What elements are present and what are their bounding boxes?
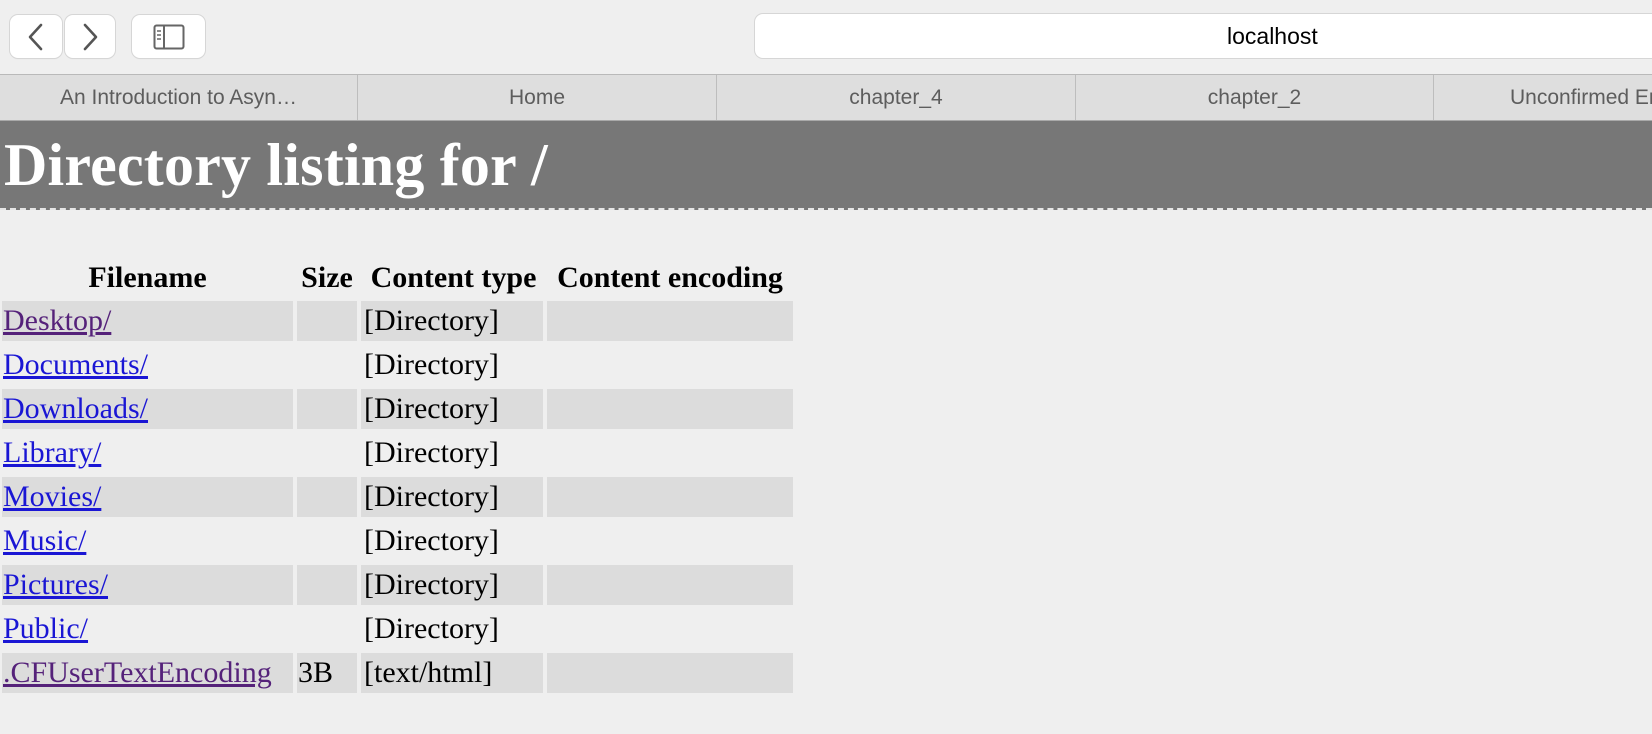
forward-button[interactable] bbox=[65, 15, 115, 58]
sidebar-icon bbox=[153, 24, 184, 49]
size-cell bbox=[297, 345, 357, 385]
content-type-cell: [Directory] bbox=[361, 345, 543, 385]
file-link[interactable]: Downloads/ bbox=[3, 392, 148, 425]
sidebar-toggle-button[interactable] bbox=[132, 15, 205, 58]
file-link[interactable]: Public/ bbox=[3, 612, 88, 645]
table-row: Movies/ [Directory] bbox=[2, 477, 793, 517]
content-type-cell: [Directory] bbox=[361, 609, 543, 649]
file-link[interactable]: Pictures/ bbox=[3, 568, 108, 601]
content-encoding-cell bbox=[547, 565, 793, 605]
filename-cell: Downloads/ bbox=[2, 389, 293, 429]
address-bar[interactable]: localhost bbox=[755, 14, 1652, 58]
content-type-cell: [Directory] bbox=[361, 521, 543, 561]
tab-chapter-4[interactable]: chapter_4 bbox=[717, 75, 1076, 120]
tab-home[interactable]: Home bbox=[358, 75, 717, 120]
table-row: Public/ [Directory] bbox=[2, 609, 793, 649]
content-encoding-cell bbox=[547, 521, 793, 561]
tab-bar: An Introduction to Asyn… Home chapter_4 … bbox=[0, 75, 1652, 121]
content-encoding-cell bbox=[547, 345, 793, 385]
content-encoding-cell bbox=[547, 653, 793, 693]
chevron-left-icon bbox=[28, 23, 43, 50]
table-header-row: Filename Size Content type Content encod… bbox=[2, 259, 793, 297]
size-cell bbox=[297, 609, 357, 649]
content-type-cell: [Directory] bbox=[361, 389, 543, 429]
content-encoding-cell bbox=[547, 477, 793, 517]
chevron-right-icon bbox=[83, 23, 98, 50]
table-row: Library/ [Directory] bbox=[2, 433, 793, 473]
column-header-content-encoding: Content encoding bbox=[557, 261, 783, 294]
filename-cell: Movies/ bbox=[2, 477, 293, 517]
page-header-banner: Directory listing for / bbox=[0, 121, 1652, 210]
filename-cell: Music/ bbox=[2, 521, 293, 561]
content-encoding-cell bbox=[547, 609, 793, 649]
file-link[interactable]: Music/ bbox=[3, 524, 86, 557]
content-type-cell: [Directory] bbox=[361, 565, 543, 605]
filename-cell: .CFUserTextEncoding bbox=[2, 653, 293, 693]
address-text: localhost bbox=[1227, 23, 1318, 49]
file-link[interactable]: .CFUserTextEncoding bbox=[3, 656, 272, 689]
tab-unconfirmed-errata[interactable]: Unconfirmed Erra bbox=[1434, 75, 1652, 120]
content-type-cell: [Directory] bbox=[361, 301, 543, 341]
size-cell: 3B bbox=[297, 653, 357, 693]
content-encoding-cell bbox=[547, 389, 793, 429]
content-encoding-cell bbox=[547, 433, 793, 473]
size-cell bbox=[297, 301, 357, 341]
column-header-size: Size bbox=[301, 261, 353, 294]
filename-cell: Public/ bbox=[2, 609, 293, 649]
size-cell bbox=[297, 433, 357, 473]
tab-chapter-2[interactable]: chapter_2 bbox=[1076, 75, 1434, 120]
file-link[interactable]: Library/ bbox=[3, 436, 101, 469]
page-title: Directory listing for / bbox=[4, 132, 548, 198]
table-row: Desktop/ [Directory] bbox=[2, 301, 793, 341]
content-type-cell: [Directory] bbox=[361, 477, 543, 517]
column-header-filename: Filename bbox=[88, 261, 207, 294]
content-type-cell: [Directory] bbox=[361, 433, 543, 473]
table-row: Pictures/ [Directory] bbox=[2, 565, 793, 605]
file-link[interactable]: Movies/ bbox=[3, 480, 101, 513]
content-type-cell: [text/html] bbox=[361, 653, 543, 693]
filename-cell: Desktop/ bbox=[2, 301, 293, 341]
file-link[interactable]: Documents/ bbox=[3, 348, 148, 381]
table-row: Documents/ [Directory] bbox=[2, 345, 793, 385]
table-row: Music/ [Directory] bbox=[2, 521, 793, 561]
table-row: .CFUserTextEncoding 3B [text/html] bbox=[2, 653, 793, 693]
size-cell bbox=[297, 389, 357, 429]
directory-table: Filename Size Content type Content encod… bbox=[0, 255, 797, 697]
browser-toolbar: localhost bbox=[0, 0, 1652, 75]
file-link[interactable]: Desktop/ bbox=[3, 304, 111, 337]
filename-cell: Library/ bbox=[2, 433, 293, 473]
filename-cell: Documents/ bbox=[2, 345, 293, 385]
tab-intro-async[interactable]: An Introduction to Asyn… bbox=[0, 75, 358, 120]
size-cell bbox=[297, 477, 357, 517]
size-cell bbox=[297, 565, 357, 605]
filename-cell: Pictures/ bbox=[2, 565, 293, 605]
size-cell bbox=[297, 521, 357, 561]
column-header-content-type: Content type bbox=[370, 261, 537, 294]
back-button[interactable] bbox=[10, 15, 62, 58]
content-encoding-cell bbox=[547, 301, 793, 341]
table-row: Downloads/ [Directory] bbox=[2, 389, 793, 429]
